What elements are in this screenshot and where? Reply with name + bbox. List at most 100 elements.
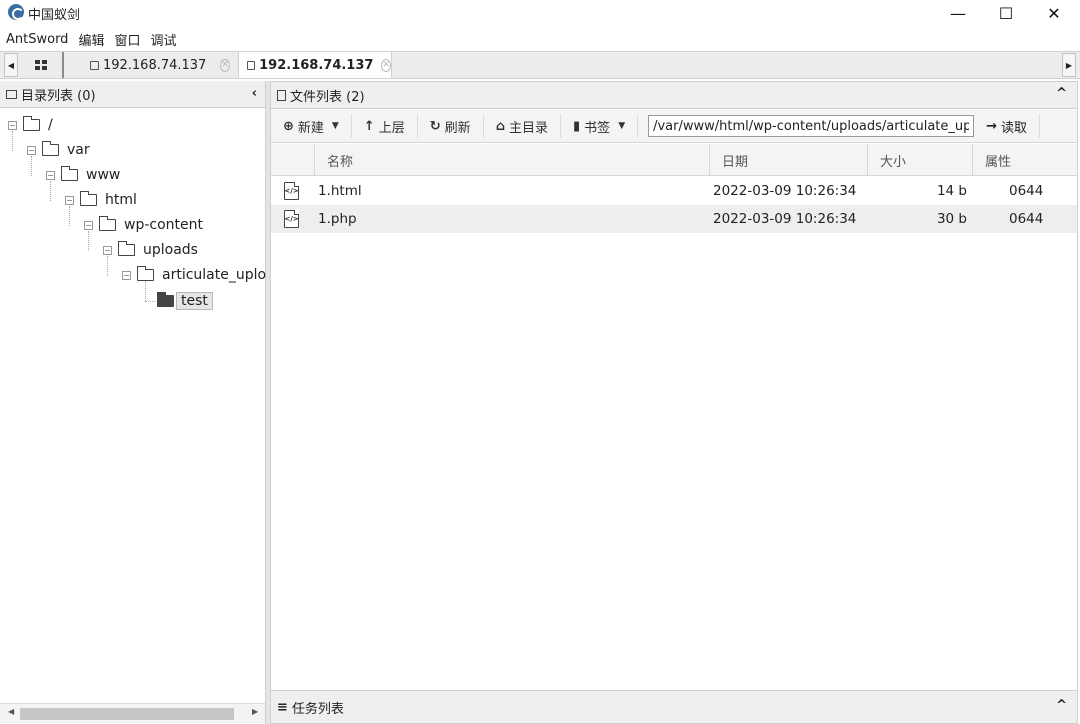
tree-node-var[interactable]: − var bbox=[27, 140, 90, 160]
directory-panel: 目录列表 (0) ‹ − / − var − www − html − wp-c… bbox=[0, 81, 284, 724]
tab-scroll-left-button[interactable]: ◀ bbox=[4, 53, 18, 77]
column-header-date[interactable]: 日期 bbox=[709, 144, 867, 176]
task-panel-title: 任务列表 bbox=[291, 701, 344, 717]
file-perm: 0644 bbox=[1009, 211, 1044, 227]
tree-node-articulate-uploads[interactable]: − articulate_upload bbox=[122, 265, 284, 285]
tab-connection-2[interactable]: 192.168.74.137 ✕ bbox=[238, 52, 392, 78]
collapse-node-icon[interactable]: − bbox=[8, 120, 17, 130]
tree-node-label: wp-content bbox=[124, 217, 203, 233]
caret-down-icon: ▼ bbox=[331, 121, 339, 131]
tree-node-www[interactable]: − www bbox=[46, 165, 120, 185]
close-tab-icon[interactable]: ✕ bbox=[381, 58, 391, 72]
task-panel-header[interactable]: ≡ 任务列表 ^ bbox=[270, 690, 1078, 724]
table-row[interactable]: </> 1.html 2022-03-09 10:26:34 14 b 0644 bbox=[271, 177, 1077, 205]
file-size: 14 b bbox=[936, 183, 967, 199]
file-name: 1.html bbox=[318, 183, 362, 199]
file-icon bbox=[277, 89, 286, 101]
tree-node-wp-content[interactable]: − wp-content bbox=[84, 215, 203, 235]
collapse-node-icon[interactable]: − bbox=[84, 220, 93, 230]
table-header: 名称 日期 大小 属性 bbox=[271, 144, 1077, 176]
window-title: 中国蚁剑 bbox=[28, 8, 81, 23]
grid-icon bbox=[35, 60, 47, 70]
code-file-icon: </> bbox=[284, 210, 299, 228]
folder-icon bbox=[61, 166, 78, 181]
minimize-button[interactable]: — bbox=[934, 0, 982, 26]
refresh-icon: ↻ bbox=[429, 118, 441, 134]
scroll-left-icon[interactable]: ◀ bbox=[8, 707, 14, 716]
title-bar: 中国蚁剑 — ☐ ✕ bbox=[0, 0, 1080, 26]
column-header-name[interactable]: 名称 bbox=[314, 144, 709, 176]
collapse-node-icon[interactable]: − bbox=[65, 195, 74, 205]
arrow-up-icon: ↑ bbox=[363, 118, 375, 134]
bookmark-icon: ▮ bbox=[573, 118, 581, 134]
up-button-label: 上层 bbox=[378, 120, 405, 136]
tree-node-label: var bbox=[67, 142, 90, 158]
close-button[interactable]: ✕ bbox=[1030, 0, 1078, 26]
read-button-label: 读取 bbox=[1001, 120, 1028, 136]
tree-node-root[interactable]: − / bbox=[8, 115, 53, 135]
up-button[interactable]: ↑ 上层 bbox=[352, 114, 418, 138]
folder-icon bbox=[137, 266, 154, 281]
tree-node-label: www bbox=[86, 167, 121, 183]
tab-bar: ◀ 192.168.74.137 ✕ 192.168.74.137 ✕ ▶ bbox=[0, 51, 1080, 79]
refresh-button-label: 刷新 bbox=[444, 120, 471, 136]
list-icon: ≡ bbox=[277, 699, 288, 715]
collapse-node-icon[interactable]: − bbox=[27, 145, 36, 155]
collapse-left-icon[interactable]: ‹ bbox=[252, 86, 257, 101]
folder-icon bbox=[90, 60, 99, 70]
collapse-up-icon[interactable]: ^ bbox=[1056, 86, 1067, 101]
code-file-icon: </> bbox=[284, 182, 299, 200]
plus-circle-icon: ⊕ bbox=[283, 118, 294, 134]
file-name: 1.php bbox=[318, 211, 357, 227]
tree-node-label: test bbox=[176, 292, 213, 310]
tab-home[interactable] bbox=[20, 52, 64, 78]
tree-node-test[interactable]: test bbox=[157, 291, 213, 311]
bookmark-button-label: 书签 bbox=[584, 120, 611, 136]
folder-icon bbox=[42, 141, 59, 156]
tab-scroll-right-button[interactable]: ▶ bbox=[1062, 53, 1076, 77]
column-header-size[interactable]: 大小 bbox=[867, 144, 972, 176]
refresh-button[interactable]: ↻ 刷新 bbox=[418, 114, 484, 138]
arrow-right-icon: → bbox=[986, 118, 998, 134]
app-logo-icon bbox=[8, 4, 24, 20]
expand-up-icon[interactable]: ^ bbox=[1056, 698, 1067, 713]
collapse-node-icon[interactable]: − bbox=[46, 170, 55, 180]
table-row[interactable]: </> 1.php 2022-03-09 10:26:34 30 b 0644 bbox=[271, 205, 1077, 233]
tree-horizontal-scrollbar[interactable]: ◀ ▶ bbox=[0, 703, 265, 723]
file-date: 2022-03-09 10:26:34 bbox=[713, 183, 857, 199]
tab-label: 192.168.74.137 bbox=[102, 57, 207, 73]
home-button[interactable]: ⌂ 主目录 bbox=[484, 114, 562, 138]
file-panel: 文件列表 (2) ^ ⊕ 新建 ▼ ↑ 上层 ↻ 刷新 ⌂ 主目录 ▮ 书签 ▼… bbox=[270, 81, 1078, 724]
maximize-button[interactable]: ☐ bbox=[982, 0, 1030, 26]
directory-panel-title: 目录列表 (0) bbox=[21, 88, 96, 104]
scrollbar-thumb[interactable] bbox=[20, 708, 234, 720]
bookmark-button[interactable]: ▮ 书签 ▼ bbox=[561, 114, 639, 138]
home-icon: ⌂ bbox=[495, 118, 505, 134]
folder-icon bbox=[99, 216, 116, 231]
scroll-right-icon[interactable]: ▶ bbox=[252, 707, 258, 716]
column-header-perm[interactable]: 属性 bbox=[972, 144, 1077, 176]
tree-node-label: html bbox=[105, 192, 137, 208]
tree-node-uploads[interactable]: − uploads bbox=[103, 240, 198, 260]
new-button-label: 新建 bbox=[297, 120, 324, 136]
collapse-node-icon[interactable]: − bbox=[122, 270, 131, 280]
file-date: 2022-03-09 10:26:34 bbox=[713, 211, 857, 227]
tree-node-html[interactable]: − html bbox=[65, 190, 137, 210]
file-toolbar: ⊕ 新建 ▼ ↑ 上层 ↻ 刷新 ⌂ 主目录 ▮ 书签 ▼ → 读取 bbox=[271, 110, 1077, 143]
menu-antsword[interactable]: AntSword bbox=[6, 32, 68, 47]
file-size: 30 b bbox=[936, 211, 967, 227]
menu-edit[interactable]: 编辑 bbox=[78, 30, 104, 49]
new-button[interactable]: ⊕ 新建 ▼ bbox=[271, 114, 352, 138]
close-tab-icon[interactable]: ✕ bbox=[220, 58, 230, 72]
menu-debug[interactable]: 调试 bbox=[150, 30, 176, 49]
menu-window[interactable]: 窗口 bbox=[114, 30, 140, 49]
path-input[interactable] bbox=[648, 115, 975, 137]
collapse-node-icon[interactable]: − bbox=[103, 245, 112, 255]
caret-down-icon: ▼ bbox=[618, 121, 626, 131]
read-button[interactable]: → 读取 bbox=[974, 114, 1041, 138]
file-perm: 0644 bbox=[1009, 183, 1044, 199]
tab-connection-1[interactable]: 192.168.74.137 ✕ bbox=[82, 52, 230, 78]
folder-icon bbox=[80, 191, 97, 206]
folder-icon bbox=[6, 89, 17, 99]
tree-node-label: uploads bbox=[143, 242, 198, 258]
